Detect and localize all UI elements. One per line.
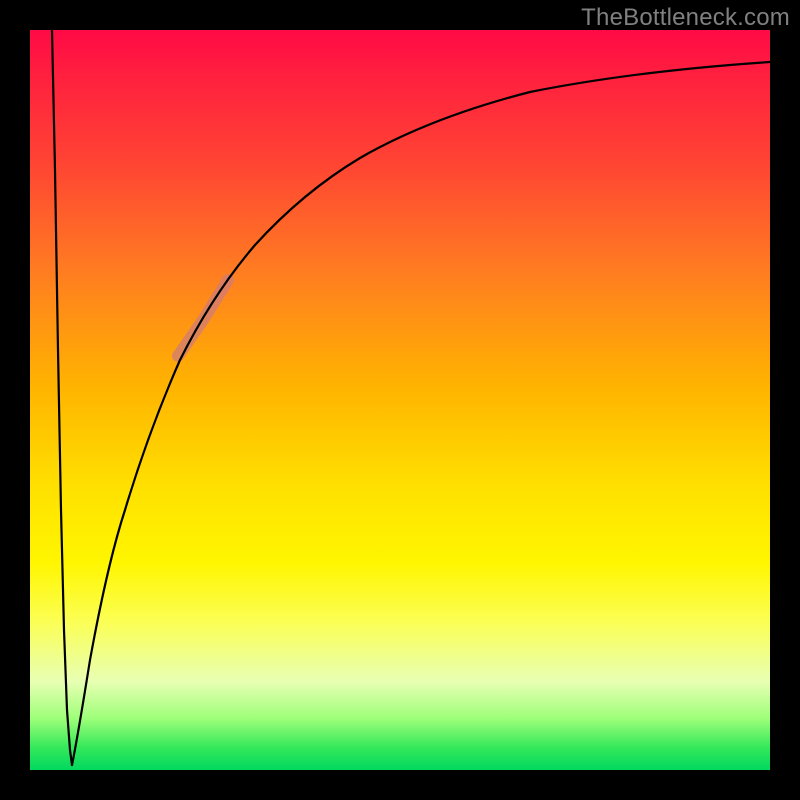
watermark-text: TheBottleneck.com — [581, 4, 790, 32]
chart-frame: TheBottleneck.com — [0, 0, 800, 800]
saturating-curve — [72, 62, 770, 765]
plot-area — [30, 30, 770, 770]
curve-layer — [30, 30, 770, 770]
left-spike — [52, 30, 72, 765]
